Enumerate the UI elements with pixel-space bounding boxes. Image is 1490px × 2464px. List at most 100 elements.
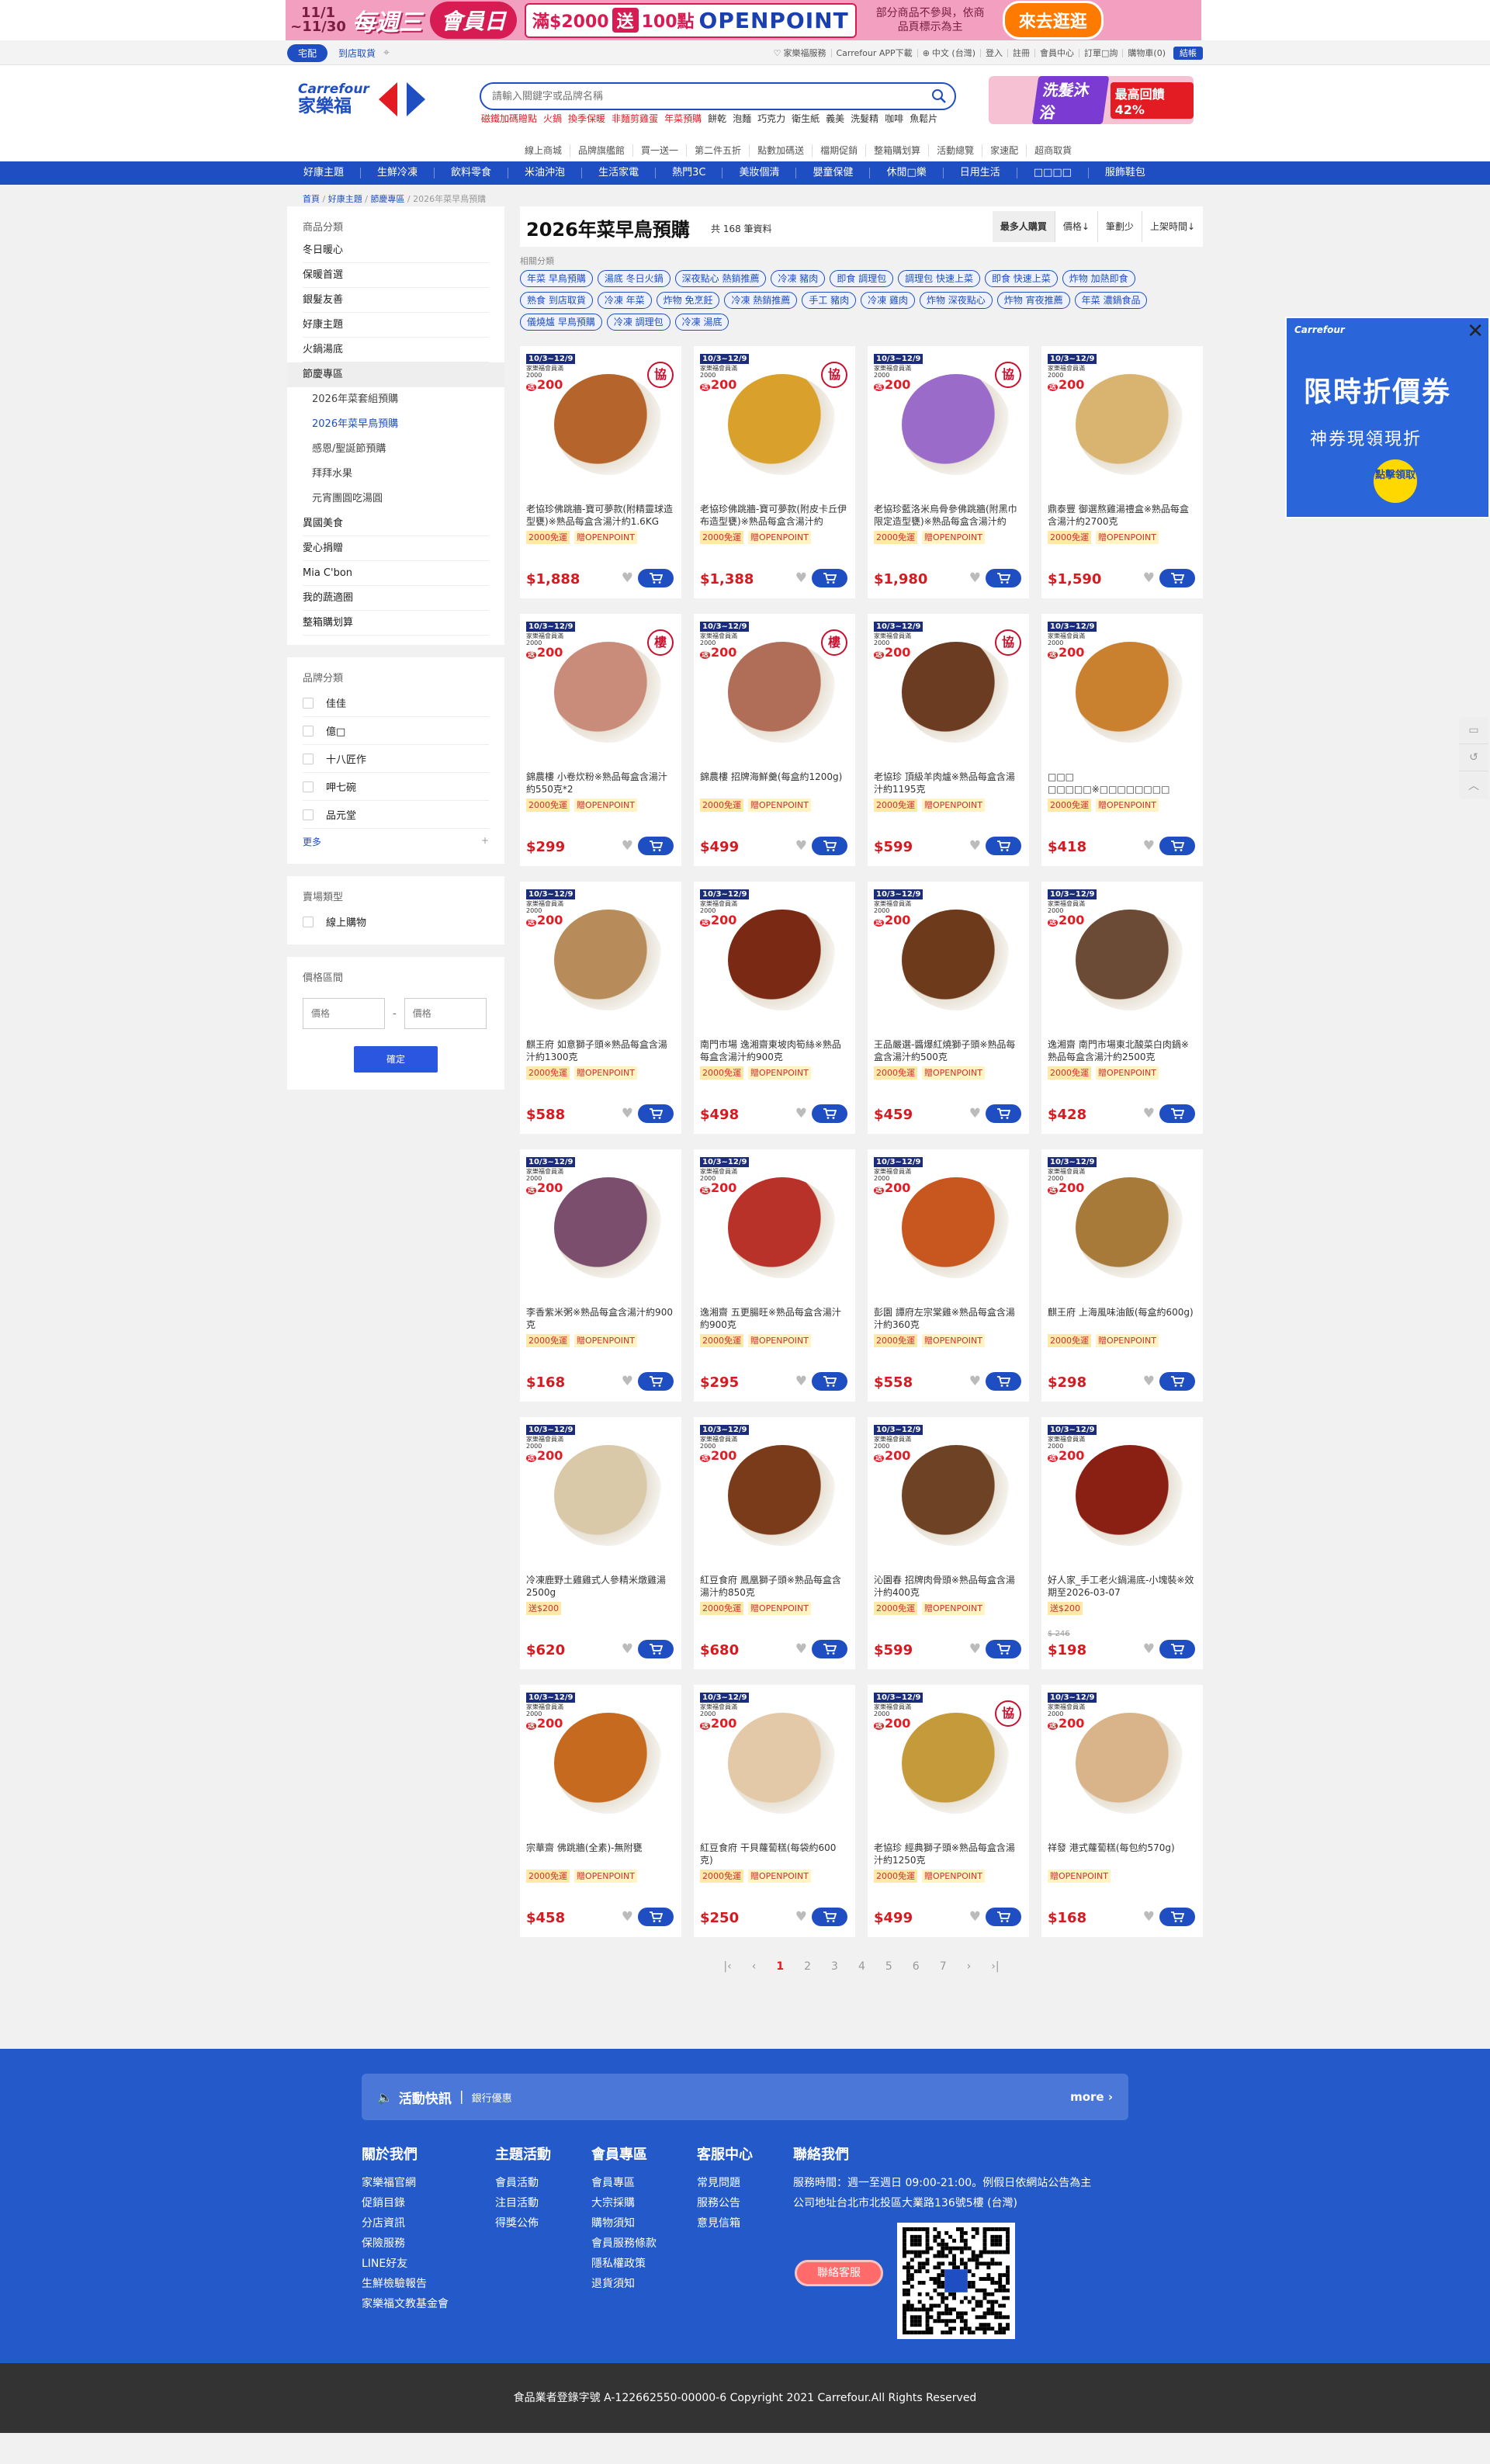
footer-link[interactable]: 服務公告 [697, 2193, 753, 2213]
product-card[interactable]: 10/3~12/9 家樂福會員滿2000 送 200 冷凍鹿野土雞雞式人參精米燉雞湯25… [520, 1417, 681, 1669]
product-card[interactable]: 10/3~12/9 家樂福會員滿2000 送 200 逸湘齋 五更腸旺※熟品每盒含湯汁約… [694, 1149, 855, 1402]
favorite-heart-icon[interactable]: ♥ [1143, 838, 1155, 854]
related-tag[interactable]: 深夜點心 熱銷推薦 [674, 270, 767, 287]
brand-filter-item[interactable]: 佳佳 [303, 689, 489, 717]
add-to-cart-button[interactable] [812, 1104, 847, 1123]
sort-strokes[interactable]: 筆劃少 [1097, 211, 1142, 242]
product-name[interactable]: 老協珍 經典獅子頭※熟品每盒含湯汁約1250克 [874, 1842, 1023, 1866]
sidebar-item[interactable]: 銀髮友善 [303, 288, 489, 313]
product-image[interactable]: 10/3~12/9 家樂福會員滿2000 送 200 [874, 1156, 1023, 1303]
product-name[interactable]: 王品嚴選-醬爆紅燒獅子頭※熟品每盒含湯汁約500克 [874, 1038, 1023, 1063]
product-name[interactable]: 鼎泰豐 御選熬雞湯禮盒※熟品每盒含湯汁約2700克 [1048, 503, 1197, 528]
footer-link[interactable]: 意見信箱 [697, 2213, 753, 2234]
related-tag[interactable]: 年菜 濃鍋食品 [1074, 292, 1148, 309]
footer-link[interactable]: LINE好友 [362, 2254, 449, 2274]
register-link[interactable]: 註冊 [1007, 48, 1034, 57]
product-card[interactable]: 10/3~12/9 家樂福會員滿2000 送 200 祥發 港式蘿蔔糕(每包約570g)… [1041, 1685, 1203, 1937]
product-image[interactable]: 10/3~12/9 家樂福會員滿2000 送 200 樓 [526, 620, 675, 768]
product-image[interactable]: 10/3~12/9 家樂福會員滿2000 送 200 樓 [700, 620, 849, 768]
product-name[interactable]: 老協珍佛跳牆-寶可夢款(附皮卡丘伊布造型甕)※熟品每盒含湯汁約1.6KG [700, 503, 849, 528]
subnav-item[interactable]: 買一送一 [632, 144, 686, 157]
checkbox[interactable] [303, 725, 314, 736]
page-3[interactable]: 3 [831, 1960, 838, 1973]
pickup-tab[interactable]: 到店取貨 [338, 47, 376, 60]
footer-link[interactable]: 促銷目錄 [362, 2193, 449, 2213]
sidebar-subitem[interactable]: 感恩/聖誕節預購 [303, 437, 489, 462]
favorite-heart-icon[interactable]: ♥ [622, 838, 633, 854]
favorite-heart-icon[interactable]: ♥ [795, 1106, 807, 1121]
subnav-item[interactable]: 超商取貨 [1026, 144, 1079, 157]
contact-service-button[interactable]: 聯絡客服 [795, 2260, 883, 2286]
product-image[interactable]: 10/3~12/9 家樂福會員滿2000 送 200 [1048, 1691, 1197, 1838]
checkbox[interactable] [303, 697, 314, 709]
hot-keyword[interactable]: 義美 [826, 113, 844, 125]
favorite-heart-icon[interactable]: ♥ [1143, 1909, 1155, 1925]
product-name[interactable]: 祥發 港式蘿蔔糕(每包約570g) [1048, 1842, 1197, 1866]
sort-popular[interactable]: 最多人購買 [992, 211, 1055, 242]
footer-link[interactable]: 生鮮檢驗報告 [362, 2274, 449, 2294]
related-tag[interactable]: 手工 豬肉 [802, 292, 857, 309]
footer-link[interactable]: 會員服務條款 [591, 2234, 657, 2254]
promo-banner-inner[interactable]: 11/1 ~11/30 每週三 會員日 滿$2000 送 100點 OPENPO… [286, 0, 1201, 40]
footer-link[interactable]: 家樂福文教基金會 [362, 2294, 449, 2314]
product-image[interactable]: 10/3~12/9 家樂福會員滿2000 送 200 協 [700, 352, 849, 500]
hot-keyword[interactable]: 魚鬆片 [910, 113, 937, 125]
hot-keyword[interactable]: 咖啡 [885, 113, 903, 125]
favorite-heart-icon[interactable]: ♥ [1143, 1641, 1155, 1657]
related-tag[interactable]: 熟食 到店取貨 [520, 292, 593, 309]
subnav-item[interactable]: 品牌旗艦館 [570, 144, 632, 157]
footer-link[interactable]: 家樂福官網 [362, 2173, 449, 2193]
favorite-heart-icon[interactable]: ♥ [795, 838, 807, 854]
search-input[interactable] [481, 84, 916, 109]
favorite-heart-icon[interactable]: ♥ [1143, 1106, 1155, 1121]
product-card[interactable]: 10/3~12/9 家樂福會員滿2000 送 200 好人家_手工老火鍋湯底-小塊裝※效… [1041, 1417, 1203, 1669]
add-to-cart-button[interactable] [986, 569, 1021, 587]
favorite-heart-icon[interactable]: ♥ [969, 1641, 981, 1657]
favorite-heart-icon[interactable]: ♥ [969, 1374, 981, 1389]
product-card[interactable]: 10/3~12/9 家樂福會員滿2000 送 200 紅豆食府 鳳凰獅子頭※熟品每盒含湯… [694, 1417, 855, 1669]
last-page-button[interactable]: ›| [991, 1960, 999, 1973]
product-name[interactable]: 宗華齋 佛跳牆(全素)-無附甕 [526, 1842, 675, 1866]
cart-link[interactable]: 購物車(0) [1122, 48, 1170, 57]
brand-filter-item[interactable]: 品元堂 [303, 801, 489, 829]
add-to-cart-button[interactable] [1159, 1908, 1195, 1926]
product-card[interactable]: 10/3~12/9 家樂福會員滿2000 送 200 協老協珍藍洛米烏骨參佛跳牆(附黑巾… [868, 346, 1029, 598]
store-type-online[interactable]: 線上購物 [303, 908, 489, 935]
related-tag[interactable]: 儀燒爐 早鳥預購 [520, 314, 602, 331]
subnav-item[interactable]: 整箱購划算 [865, 144, 928, 157]
footer-link[interactable]: 大宗採購 [591, 2193, 657, 2213]
product-card[interactable]: 10/3~12/9 家樂福會員滿2000 送 200 協老協珍 經典獅子頭※熟品每盒含湯… [868, 1685, 1029, 1937]
product-image[interactable]: 10/3~12/9 家樂福會員滿2000 送 200 協 [526, 352, 675, 500]
product-image[interactable]: 10/3~12/9 家樂福會員滿2000 送 200 [874, 1423, 1023, 1571]
brand-filter-item[interactable]: 十八匠作 [303, 745, 489, 773]
sidebar-subitem[interactable]: 2026年菜早鳥預購 [303, 412, 489, 437]
add-to-cart-button[interactable] [1159, 569, 1195, 587]
add-to-cart-button[interactable] [812, 1640, 847, 1658]
checkbox[interactable] [303, 916, 314, 927]
sort-price[interactable]: 價格↓ [1054, 211, 1097, 242]
category-item[interactable]: 熱門3C [656, 168, 723, 178]
favorite-heart-icon[interactable]: ♥ [622, 1106, 633, 1121]
product-name[interactable]: 好人家_手工老火鍋湯底-小塊裝※效期至2026-03-07 [1048, 1574, 1197, 1599]
sidebar-item[interactable]: 我的蔬適圈 [303, 586, 489, 611]
favorite-heart-icon[interactable]: ♥ [795, 570, 807, 586]
floating-coupon-ad[interactable]: ✕ Carrefour 限時折價券 神券現領現折 點擊領取 [1285, 317, 1490, 518]
sidebar-item[interactable]: 好康主題 [303, 313, 489, 338]
card-icon[interactable]: ▭ [1459, 717, 1488, 744]
member-center-link[interactable]: 會員中心 [1034, 48, 1079, 57]
news-item[interactable]: 銀行優惠 [472, 2090, 512, 2105]
product-name[interactable]: 紅豆食府 鳳凰獅子頭※熟品每盒含湯汁約850克 [700, 1574, 849, 1599]
checkbox[interactable] [303, 753, 314, 764]
add-to-cart-button[interactable] [638, 1640, 674, 1658]
product-image[interactable]: 10/3~12/9 家樂福會員滿2000 送 200 [526, 1423, 675, 1571]
add-to-cart-button[interactable] [638, 1908, 674, 1926]
related-tag[interactable]: 年菜 早鳥預購 [520, 270, 593, 287]
category-item[interactable]: 生活家電 [582, 168, 657, 178]
product-name[interactable]: 錦農樓 小卷炊粉※熟品每盒含湯汁約550克*2 [526, 771, 675, 795]
related-tag[interactable]: 冷凍 雞肉 [861, 292, 915, 309]
product-image[interactable]: 10/3~12/9 家樂福會員滿2000 送 200 [874, 888, 1023, 1035]
favorite-heart-icon[interactable]: ♥ [622, 1641, 633, 1657]
product-card[interactable]: 10/3~12/9 家樂福會員滿2000 送 200 沁園春 招牌肉骨頭※熟品每盒含湯汁… [868, 1417, 1029, 1669]
footer-link[interactable]: 隱私權政策 [591, 2254, 657, 2274]
add-to-cart-button[interactable] [812, 1908, 847, 1926]
